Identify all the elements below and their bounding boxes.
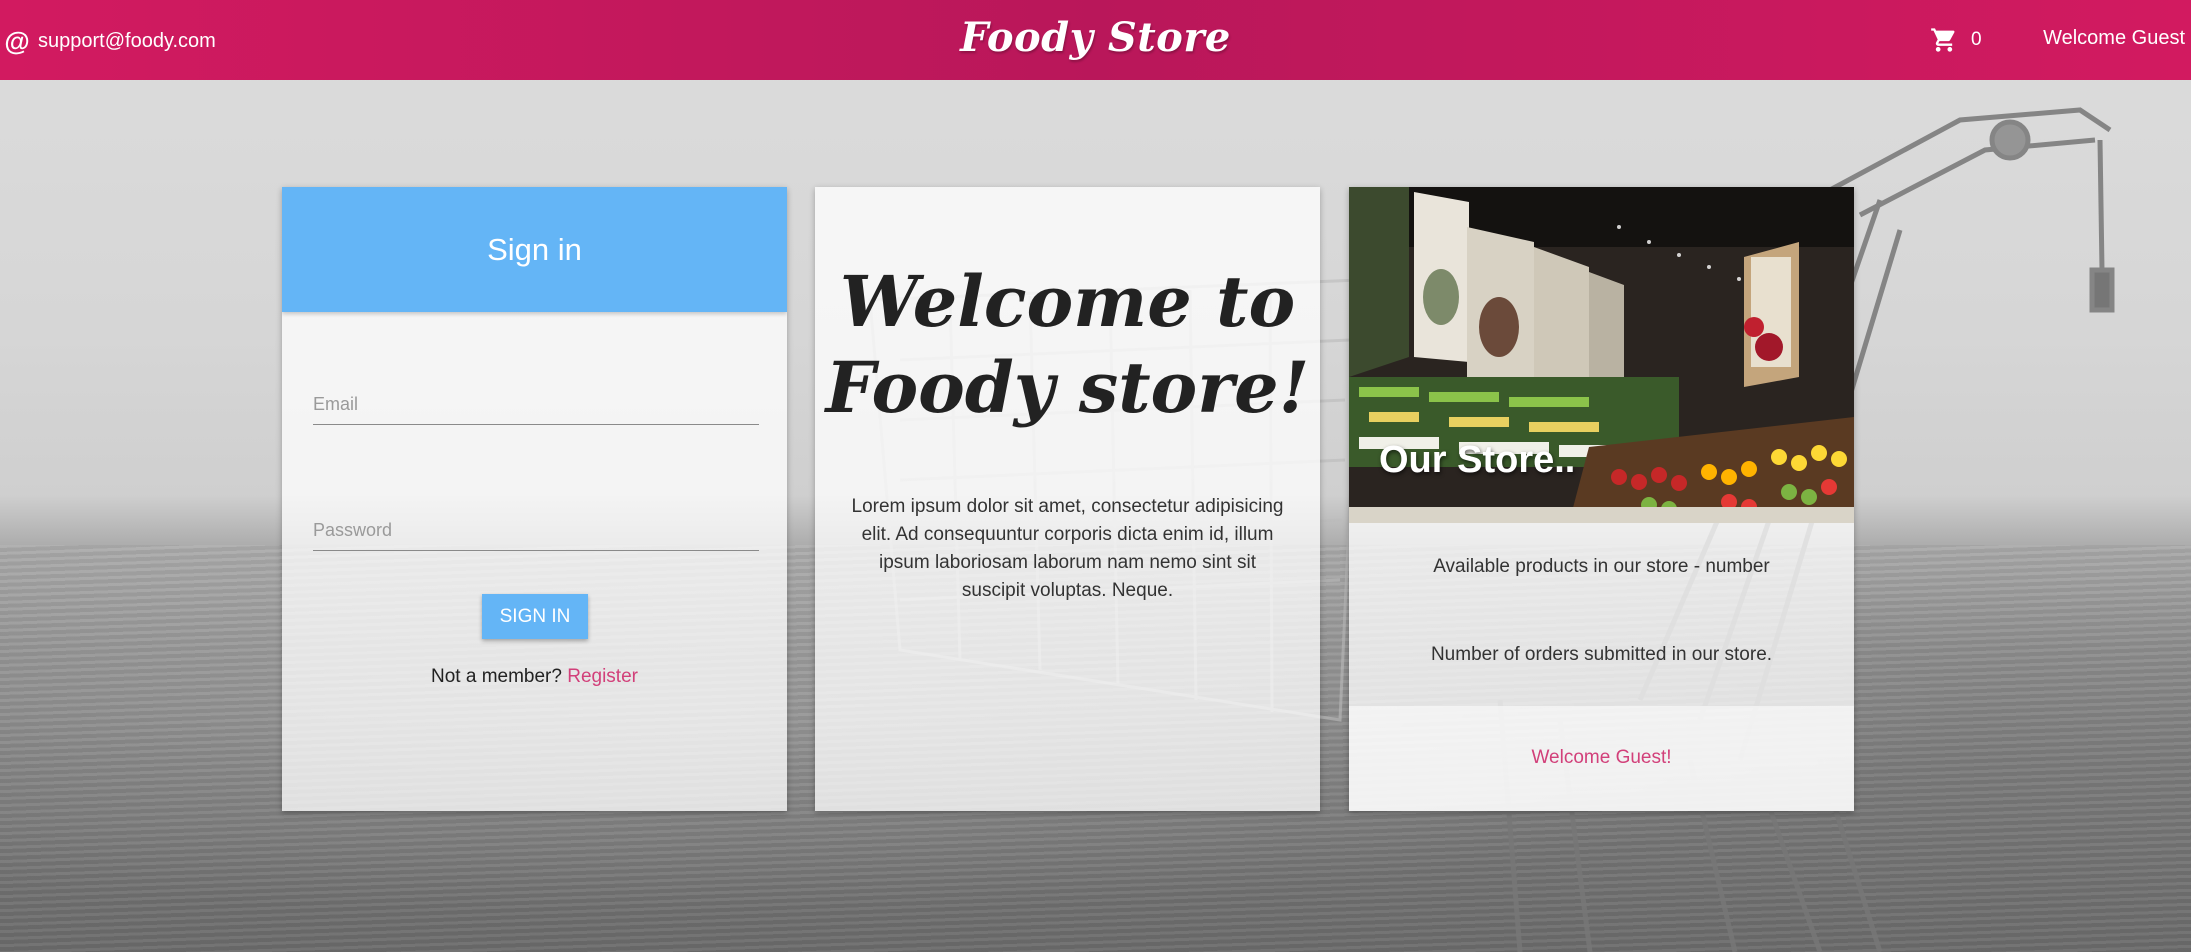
- email-field[interactable]: [313, 379, 759, 424]
- welcome-body-text: Lorem ipsum dolor sit amet, consectetur …: [851, 496, 1284, 601]
- welcome-user[interactable]: Welcome Guest: [2043, 27, 2185, 50]
- welcome-heading-line2: Foody store!: [825, 346, 1310, 429]
- member-text: Not a member?: [431, 666, 562, 687]
- support-email[interactable]: support@foody.com: [38, 30, 216, 53]
- store-welcome-link[interactable]: Welcome Guest!: [1349, 747, 1854, 769]
- email-field-wrap: [313, 379, 759, 425]
- store-photo: Our Store..: [1349, 187, 1854, 523]
- welcome-card: Welcome to Foody store! Lorem ipsum dolo…: [815, 187, 1320, 811]
- signin-button[interactable]: SIGN IN: [482, 594, 588, 639]
- top-header: @ support@foody.com Foody Store 0 Welcom…: [0, 0, 2191, 80]
- welcome-heading-line1: Welcome to: [839, 260, 1296, 343]
- cart-icon: [1931, 28, 1955, 52]
- register-prompt: Not a member? Register: [282, 666, 787, 688]
- store-photo-title: Our Store..: [1379, 439, 1576, 481]
- store-card: Our Store.. Available products in our st…: [1349, 187, 1854, 811]
- cart-count: 0: [1971, 29, 1982, 50]
- support-contact[interactable]: @ support@foody.com: [4, 26, 216, 56]
- brand-wrap: Foody Store: [0, 14, 2191, 61]
- welcome-heading: Welcome to Foody store!: [815, 259, 1320, 431]
- signin-card: Sign in SIGN IN Not a member? Register: [282, 187, 787, 811]
- at-icon: @: [4, 26, 30, 56]
- password-field-wrap: [313, 505, 759, 551]
- orders-count-text: Number of orders submitted in our store.: [1430, 644, 1773, 665]
- cart-button[interactable]: 0: [1929, 24, 1982, 56]
- brand-logo[interactable]: Foody Store: [960, 14, 1231, 61]
- password-field[interactable]: [313, 505, 759, 550]
- products-count-text: Available products in our store - number: [1433, 556, 1770, 577]
- register-link[interactable]: Register: [567, 666, 638, 687]
- signin-title: Sign in: [282, 187, 787, 312]
